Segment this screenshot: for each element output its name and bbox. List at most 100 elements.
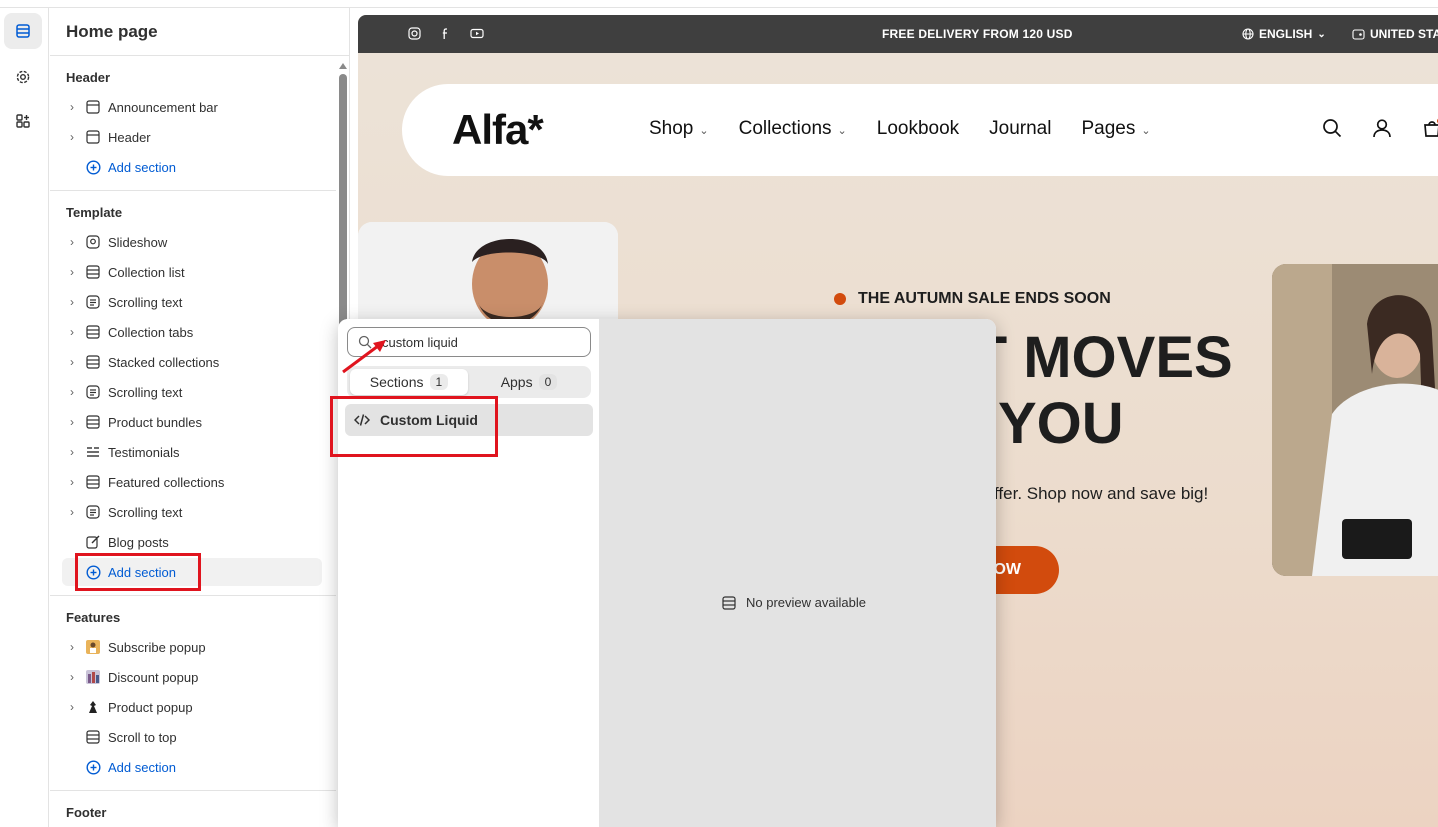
layout-icon [722, 595, 736, 610]
facebook-icon[interactable] [439, 27, 452, 40]
language-label: ENGLISH [1259, 27, 1313, 41]
section-item[interactable]: › Slideshow [62, 228, 322, 256]
chevron-right-icon[interactable]: › [62, 325, 82, 339]
section-item[interactable]: › Scrolling text [62, 498, 322, 526]
cart-icon[interactable] [1422, 118, 1438, 138]
hero-heading-line2: YOU [998, 391, 1124, 456]
sections-sidebar: Home page Header › Announcement bar › Head… [50, 8, 350, 827]
group-title-footer: Footer [66, 805, 107, 820]
chevron-right-icon[interactable]: › [62, 505, 82, 519]
account-icon[interactable] [1372, 118, 1392, 138]
chevron-right-icon[interactable]: › [62, 355, 82, 369]
tab-apps[interactable]: Apps 0 [470, 369, 588, 395]
scrollbar-thumb[interactable] [339, 74, 347, 344]
chevron-down-icon: ⌄ [1141, 125, 1151, 137]
chevron-down-icon: ⌄ [699, 125, 709, 137]
no-preview-text: No preview available [746, 595, 866, 610]
chevron-right-icon[interactable]: › [62, 130, 82, 144]
section-label: Header [108, 129, 151, 145]
scroll-up-arrow-icon[interactable] [339, 63, 347, 69]
globe-icon [1242, 28, 1254, 40]
chevron-right-icon[interactable]: › [62, 235, 82, 249]
chevron-right-icon[interactable]: › [62, 640, 82, 654]
store-navbar: Alfa* Shop ⌄ Collections ⌄ Lookbook Journa… [402, 84, 1438, 176]
divider [50, 190, 336, 191]
group-title-template: Template [66, 205, 123, 220]
divider [50, 790, 336, 791]
chevron-right-icon[interactable]: › [62, 475, 82, 489]
add-section-label: Add section [108, 159, 176, 175]
menu-item-shop[interactable]: Shop ⌄ [649, 118, 709, 140]
instagram-icon[interactable] [408, 27, 421, 40]
chevron-right-icon[interactable]: › [62, 385, 82, 399]
section-label: Scroll to top [108, 729, 177, 745]
sections-icon [16, 24, 30, 38]
chevron-right-icon[interactable]: › [62, 415, 82, 429]
tab-count-badge: 0 [538, 374, 558, 390]
section-label: Subscribe popup [108, 639, 206, 655]
section-item[interactable]: › Scrolling text [62, 288, 322, 316]
store-logo[interactable]: Alfa* [452, 106, 544, 154]
sale-dot [834, 293, 846, 305]
edit-icon [84, 533, 102, 551]
section-label: Product bundles [108, 414, 202, 430]
sale-tag: THE AUTUMN SALE ENDS SOON [834, 290, 1111, 308]
chevron-right-icon[interactable]: › [62, 670, 82, 684]
layout-icon [84, 728, 102, 746]
layout-icon [84, 473, 102, 491]
add-section-button[interactable]: Add section [62, 153, 322, 181]
section-label: Collection list [108, 264, 185, 280]
tab-count-badge: 1 [429, 374, 449, 390]
section-label: Collection tabs [108, 324, 194, 340]
settings-rail-button[interactable] [4, 59, 42, 95]
country-selector[interactable]: UNITED STA [1352, 27, 1438, 41]
text-icon [84, 293, 102, 311]
sections-rail-button[interactable] [4, 13, 42, 49]
section-label: Scrolling text [108, 294, 183, 310]
section-item[interactable]: Scroll to top [62, 723, 322, 751]
section-item[interactable]: › Subscribe popup [62, 633, 322, 661]
section-item[interactable]: › Discount popup [62, 663, 322, 691]
popup-thumbnail [84, 698, 102, 716]
chevron-right-icon[interactable]: › [62, 295, 82, 309]
section-item[interactable]: › Featured collections [62, 468, 322, 496]
section-item[interactable]: › Header [62, 123, 322, 151]
plus-circle-icon [84, 758, 102, 776]
annotation-arrow-icon [342, 340, 386, 374]
section-label: Discount popup [108, 669, 199, 685]
section-item[interactable]: Blog posts [62, 528, 322, 556]
menu-item-pages[interactable]: Pages ⌄ [1081, 118, 1150, 140]
section-item[interactable]: › Collection list [62, 258, 322, 286]
language-selector[interactable]: ENGLISH ⌄ [1242, 27, 1326, 41]
search-icon[interactable] [1322, 118, 1342, 138]
store-menu: Shop ⌄ Collections ⌄ Lookbook Journal Page… [649, 118, 1151, 140]
youtube-icon[interactable] [470, 27, 484, 40]
menu-item-lookbook[interactable]: Lookbook [877, 118, 959, 140]
chevron-right-icon[interactable]: › [62, 445, 82, 459]
section-item[interactable]: › Scrolling text [62, 378, 322, 406]
chevron-right-icon[interactable]: › [62, 100, 82, 114]
section-item[interactable]: › Product popup [62, 693, 322, 721]
group-title-features: Features [66, 610, 121, 625]
no-preview-message: No preview available [722, 595, 866, 610]
chevron-down-icon: ⌄ [837, 125, 847, 137]
section-item[interactable]: › Announcement bar [62, 93, 322, 121]
sale-tag-text: THE AUTUMN SALE ENDS SOON [858, 290, 1111, 307]
section-label: Slideshow [108, 234, 168, 250]
section-item[interactable]: › Stacked collections [62, 348, 322, 376]
menu-item-journal[interactable]: Journal [989, 118, 1051, 140]
section-label: Featured collections [108, 474, 225, 490]
section-item[interactable]: › Collection tabs [62, 318, 322, 346]
menu-item-collections[interactable]: Collections ⌄ [739, 118, 847, 140]
group-title-header: Header [66, 70, 111, 85]
chevron-right-icon[interactable]: › [62, 265, 82, 279]
section-item[interactable]: › Product bundles [62, 408, 322, 436]
section-item[interactable]: › Testimonials [62, 438, 322, 466]
social-links [408, 27, 484, 40]
layout-icon [84, 353, 102, 371]
add-section-button[interactable]: Add section [62, 753, 322, 781]
divider [50, 595, 336, 596]
slideshow-icon [84, 233, 102, 251]
chevron-right-icon[interactable]: › [62, 700, 82, 714]
apps-rail-button[interactable] [4, 103, 42, 139]
